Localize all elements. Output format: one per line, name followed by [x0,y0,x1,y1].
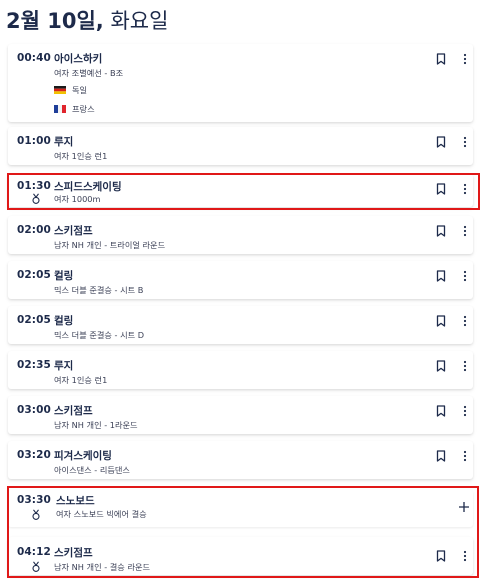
event-time: 04:12 [17,546,51,558]
event-time: 03:30 [17,494,51,506]
event-time: 03:00 [17,404,51,416]
bookmark-icon[interactable] [436,53,446,65]
sport-name: 아이스하키 [54,53,103,65]
sport-name: 컬링 [54,315,74,327]
bookmark-icon[interactable] [436,270,446,282]
schedule-card[interactable]: 01:00 루지 여자 1인승 런1 [8,127,473,165]
event-name: 여자 1인승 런1 [54,375,108,385]
event-time: 02:35 [17,359,51,371]
schedule-card[interactable]: 02:05 컬링 믹스 더블 준결승 - 시트 B [8,261,473,299]
medal-icon [32,509,40,520]
sport-name: 루지 [54,360,74,372]
bookmark-icon[interactable] [436,225,446,237]
event-time: 01:00 [17,135,51,147]
weekday-label: 화요일 [110,9,169,33]
schedule-card[interactable]: 00:40 아이스하키 여자 조별예선 - B조 독일 프랑스 [8,44,473,122]
event-name: 여자 스노보드 빅에어 결승 [56,509,147,519]
medal-icon [32,561,40,572]
team-name: 독일 [72,85,88,95]
more-options-icon[interactable] [461,136,469,148]
germany-flag-icon [54,86,66,94]
more-options-icon[interactable] [461,550,469,562]
event-name: 믹스 더블 준결승 - 시트 D [54,330,145,340]
event-name: 아이스댄스 - 리듬댄스 [54,465,130,475]
event-time: 02:00 [17,224,51,236]
event-name: 믹스 더블 준결승 - 시트 B [54,285,144,295]
sport-name: 루지 [54,136,74,148]
bookmark-icon[interactable] [436,183,446,195]
schedule-card[interactable]: 04:12 스키점프 남자 NH 개인 - 결승 라운드 [8,537,473,575]
bookmark-icon[interactable] [436,450,446,462]
schedule-card[interactable]: 02:35 루지 여자 1인승 런1 [8,351,473,389]
event-time: 02:05 [17,314,51,326]
sport-name: 피겨스케이팅 [54,450,112,462]
sport-name: 스노보드 [56,495,95,507]
bookmark-icon[interactable] [436,550,446,562]
event-name: 여자 조별예선 - B조 [54,68,124,78]
event-time: 00:40 [17,52,51,64]
more-options-icon[interactable] [461,183,469,195]
schedule-card[interactable]: 02:00 스키점프 남자 NH 개인 - 트라이얼 라운드 [8,216,473,254]
event-name: 여자 1인승 런1 [54,151,108,161]
bookmark-icon[interactable] [436,360,446,372]
schedule-card[interactable]: 02:05 컬링 믹스 더블 준결승 - 시트 D [8,306,473,344]
event-time: 03:20 [17,449,51,461]
more-options-icon[interactable] [461,450,469,462]
event-time: 01:30 [17,180,51,192]
more-options-icon[interactable] [461,225,469,237]
event-name: 남자 NH 개인 - 결승 라운드 [54,562,151,572]
more-options-icon[interactable] [461,53,469,65]
schedule-card[interactable]: 03:30 스노보드 여자 스노보드 빅에어 결승 [8,490,473,527]
sport-name: 스키점프 [54,225,93,237]
event-time: 02:05 [17,269,51,281]
schedule-card[interactable]: 03:20 피겨스케이팅 아이스댄스 - 리듬댄스 [8,441,473,479]
more-options-icon[interactable] [461,360,469,372]
sport-name: 컬링 [54,270,74,282]
page-title: 2월 10일, 화요일 [6,4,168,38]
event-name: 남자 NH 개인 - 1라운드 [54,420,138,430]
bookmark-icon[interactable] [436,136,446,148]
medal-icon [32,193,40,204]
sport-name: 스키점프 [54,405,93,417]
event-name: 여자 1000m [54,194,101,204]
date-label: 2월 10일, [6,9,104,33]
team-name: 프랑스 [72,104,95,114]
event-name: 남자 NH 개인 - 트라이얼 라운드 [54,240,166,250]
schedule-card[interactable]: 01:30 스피드스케이팅 여자 1000m [8,174,473,207]
sport-name: 스키점프 [54,547,93,559]
france-flag-icon [54,105,66,113]
more-options-icon[interactable] [461,270,469,282]
more-options-icon[interactable] [461,315,469,327]
bookmark-icon[interactable] [436,315,446,327]
sport-name: 스피드스케이팅 [54,181,122,193]
schedule-card[interactable]: 03:00 스키점프 남자 NH 개인 - 1라운드 [8,396,473,434]
more-options-icon[interactable] [461,405,469,417]
bookmark-icon[interactable] [436,405,446,417]
add-icon[interactable] [457,500,471,514]
